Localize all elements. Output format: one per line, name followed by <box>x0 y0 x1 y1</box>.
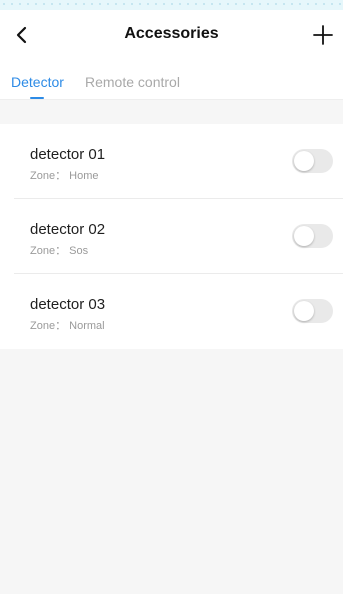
toggle-knob <box>294 301 314 321</box>
list-item[interactable]: detector 01 Zone： Home <box>0 124 343 199</box>
detector-zone: Zone： Normal <box>30 320 105 332</box>
tab-detector[interactable]: Detector <box>11 74 64 90</box>
detector-name: detector 01 <box>30 146 106 163</box>
detector-zone: Zone： Sos <box>30 245 89 257</box>
tab-remote-control[interactable]: Remote control <box>85 74 180 90</box>
status-bar <box>0 0 343 10</box>
detector-toggle[interactable] <box>292 299 333 323</box>
detector-toggle[interactable] <box>292 224 333 248</box>
plus-icon <box>313 25 333 45</box>
app-header: Accessories <box>0 10 343 60</box>
active-tab-indicator <box>30 97 44 99</box>
detector-name: detector 02 <box>30 221 106 238</box>
toggle-knob <box>294 151 314 171</box>
detector-zone: Zone： Home <box>30 170 99 182</box>
toggle-knob <box>294 226 314 246</box>
add-button[interactable] <box>309 21 337 49</box>
page-title: Accessories <box>124 25 219 42</box>
detector-name: detector 03 <box>30 296 106 313</box>
detector-list: detector 01 Zone： Home detector 02 Zone：… <box>0 124 343 349</box>
tab-bar: Detector Remote control <box>0 60 343 100</box>
list-item[interactable]: detector 02 Zone： Sos <box>0 199 343 274</box>
list-item[interactable]: detector 03 Zone： Normal <box>0 274 343 349</box>
detector-toggle[interactable] <box>292 149 333 173</box>
